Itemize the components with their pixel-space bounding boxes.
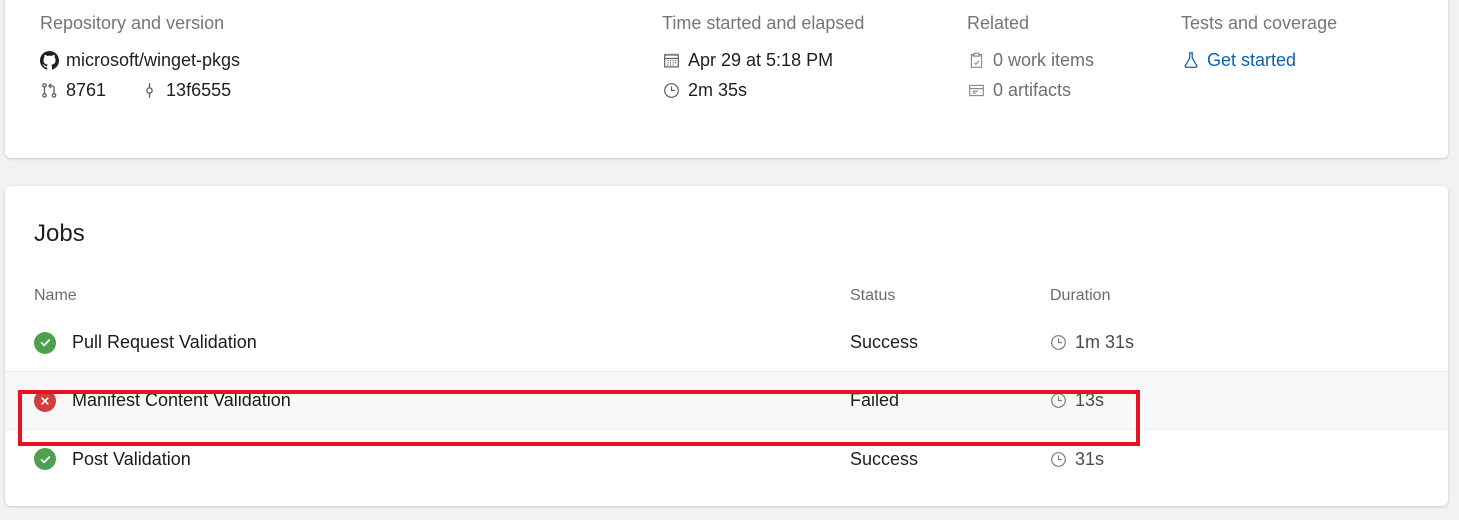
commit-item[interactable]: 13f6555 <box>140 75 231 105</box>
table-row[interactable]: Post Validation Success 31s <box>5 430 1448 488</box>
repository-name: microsoft/winget-pkgs <box>66 50 241 70</box>
repository-meta-row: 8761 13f6555 <box>40 75 640 105</box>
pull-request-item[interactable]: 8761 <box>40 75 106 105</box>
time-started-and-elapsed-section: Time started and elapsed Apr 29 at 5:18 … <box>662 12 962 105</box>
job-duration: 31s <box>1075 448 1105 469</box>
tests-and-coverage-section: Tests and coverage Get started <box>1181 12 1441 75</box>
build-summary-page: Repository and version microsoft/winget-… <box>0 0 1459 520</box>
artifact-icon <box>967 81 986 100</box>
job-duration: 13s <box>1075 390 1105 410</box>
repository-section-label: Repository and version <box>40 13 225 33</box>
flask-icon <box>1181 51 1200 70</box>
pull-request-number: 8761 <box>66 80 107 100</box>
clock-icon <box>1050 451 1067 468</box>
failed-icon <box>34 389 56 412</box>
job-name-cell: Post Validation <box>5 448 850 470</box>
job-duration-cell: 13s <box>1050 390 1310 411</box>
related-section: Related 0 work items 0 artifacts <box>967 12 1177 105</box>
work-item-icon <box>967 51 986 70</box>
table-row[interactable]: Manifest Content Validation Failed 13s <box>5 372 1448 430</box>
artifacts-count: 0 artifacts <box>993 80 1072 100</box>
time-started-value: Apr 29 at 5:18 PM <box>688 50 834 70</box>
tests-get-started-row[interactable]: Get started <box>1181 45 1441 75</box>
commit-icon <box>140 81 159 100</box>
table-row[interactable]: Pull Request Validation Success 1m 31s <box>5 314 1448 372</box>
build-summary-card: Repository and version microsoft/winget-… <box>5 0 1448 158</box>
tests-section-label: Tests and coverage <box>1181 13 1338 33</box>
work-items-row[interactable]: 0 work items <box>967 45 1177 75</box>
column-header-duration: Duration <box>1050 287 1111 304</box>
time-elapsed-row: 2m 35s <box>662 75 962 105</box>
column-header-status: Status <box>850 287 896 304</box>
artifacts-row[interactable]: 0 artifacts <box>967 75 1177 105</box>
jobs-table-header: Name Status Duration <box>5 278 1448 314</box>
job-status: Failed <box>850 390 900 410</box>
jobs-card: Jobs Name Status Duration Pull Request V… <box>5 186 1448 506</box>
pull-request-icon <box>40 81 59 100</box>
time-started-row: Apr 29 at 5:18 PM <box>662 45 962 75</box>
jobs-title: Jobs <box>34 220 85 247</box>
jobs-table: Name Status Duration Pull Request Valida… <box>5 278 1448 488</box>
job-name: Manifest Content Validation <box>72 390 291 410</box>
clock-icon <box>1050 392 1067 409</box>
commit-hash: 13f6555 <box>166 80 232 100</box>
job-duration-cell: 31s <box>1050 449 1310 470</box>
success-icon <box>34 448 56 470</box>
repository-and-version-section: Repository and version microsoft/winget-… <box>40 12 640 105</box>
repository-name-row[interactable]: microsoft/winget-pkgs <box>40 45 640 75</box>
job-name-cell: Manifest Content Validation <box>5 389 850 412</box>
job-name-cell: Pull Request Validation <box>5 331 850 354</box>
job-status: Success <box>850 448 919 469</box>
success-icon <box>34 331 56 354</box>
calendar-icon <box>662 51 681 70</box>
time-section-label: Time started and elapsed <box>662 13 865 33</box>
time-elapsed-value: 2m 35s <box>688 80 748 100</box>
related-section-label: Related <box>967 13 1030 33</box>
job-status: Success <box>850 332 919 352</box>
job-name: Pull Request Validation <box>72 332 257 352</box>
job-name: Post Validation <box>72 448 191 469</box>
job-duration: 1m 31s <box>1075 332 1135 352</box>
column-header-name: Name <box>34 287 77 304</box>
clock-icon <box>662 81 681 100</box>
clock-icon <box>1050 334 1067 351</box>
work-items-count: 0 work items <box>993 50 1095 70</box>
github-icon <box>40 50 59 70</box>
tests-get-started-link[interactable]: Get started <box>1207 45 1296 75</box>
job-duration-cell: 1m 31s <box>1050 332 1310 353</box>
